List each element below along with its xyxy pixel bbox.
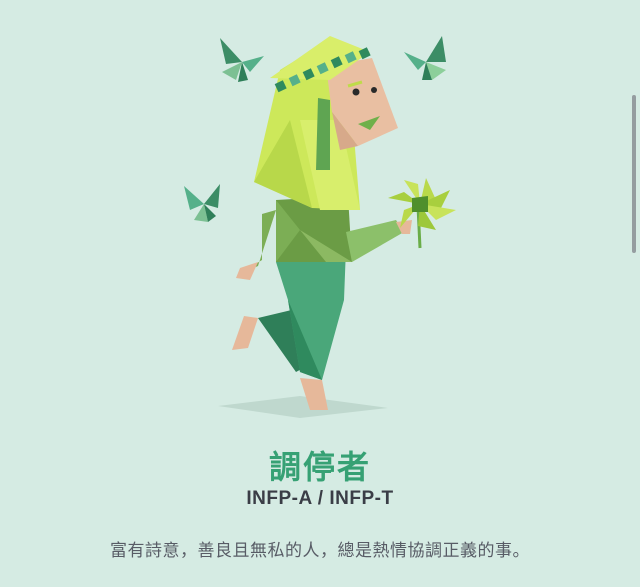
mediator-illustration [0, 0, 640, 430]
personality-card: 調停者 INFP-A / INFP-T 富有詩意，善良且無私的人，總是熱情協調正… [0, 0, 640, 587]
butterfly-icon-top-right [404, 36, 446, 80]
butterfly-icon-top-left [220, 38, 264, 82]
personality-title: 調停者 [268, 448, 371, 486]
scrollbar[interactable] [632, 95, 636, 253]
butterfly-icon-left [184, 184, 220, 222]
personality-description: 富有詩意，善良且無私的人，總是熱情協調正義的事。 [110, 541, 530, 561]
personality-types: INFP-A / INFP-T [246, 488, 394, 509]
ground-shadow [218, 396, 388, 418]
mediator-figure-svg [184, 36, 456, 418]
flower-icon [388, 178, 456, 249]
